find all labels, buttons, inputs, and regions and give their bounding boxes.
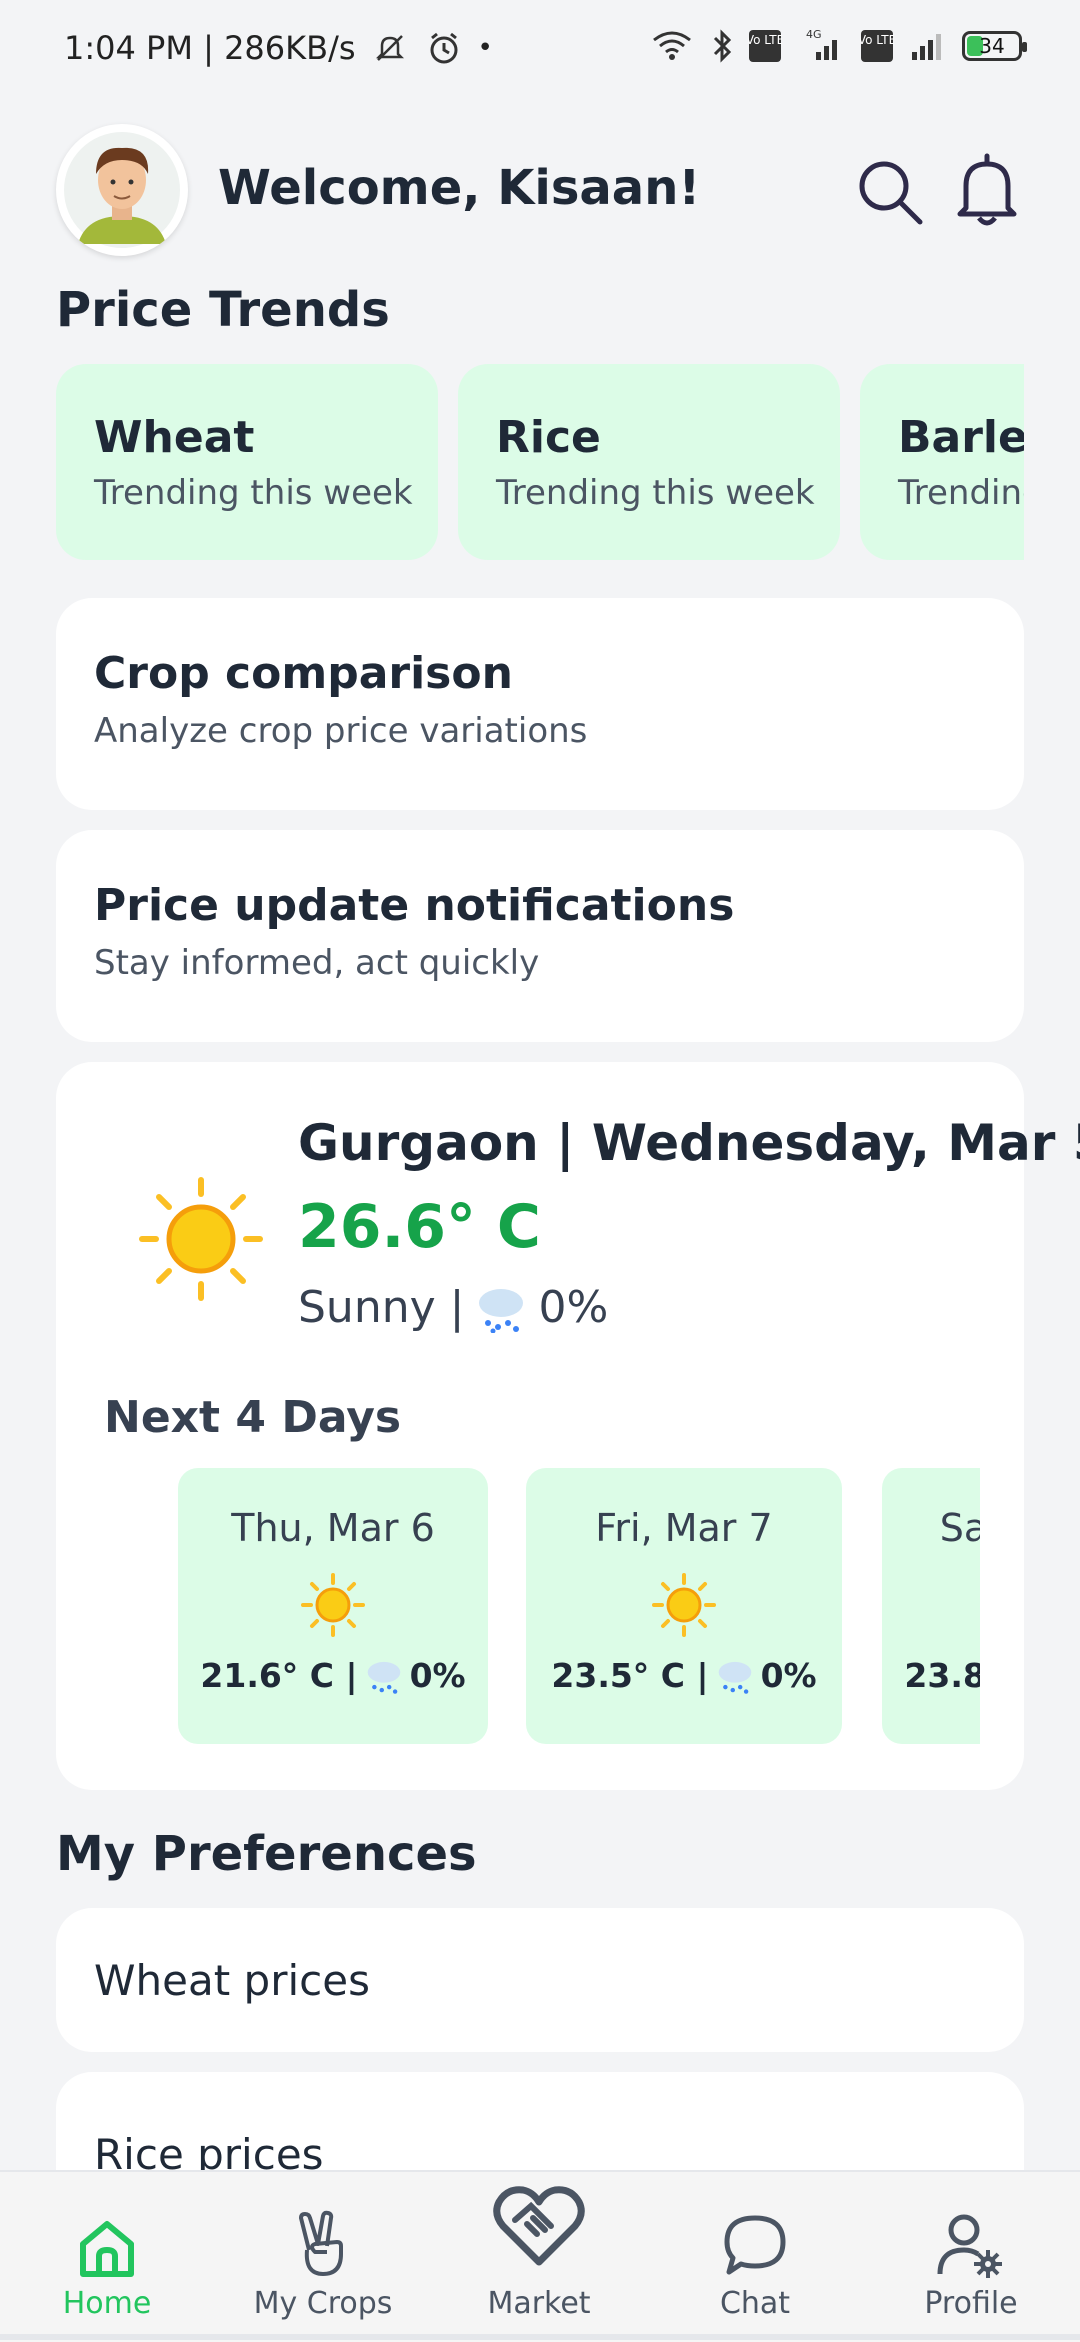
price-notifications-card[interactable]: Price update notifications Stay informed… — [56, 830, 1024, 1042]
rain-cloud-icon — [479, 1288, 524, 1333]
forecast-info: 23.5° C | 0% — [526, 1656, 842, 1695]
price-notifications-title: Price update notifications — [94, 880, 735, 931]
avatar[interactable] — [56, 124, 188, 256]
crop-comparison-title: Crop comparison — [94, 648, 513, 699]
notification-bell-icon[interactable] — [952, 152, 1022, 230]
forecast-rain: 0% — [409, 1656, 466, 1695]
nav-profile[interactable]: Profile — [871, 2172, 1071, 2342]
forecast-date: Sat, Mar 8 — [939, 1506, 980, 1550]
volte-label-1: Vo LTE — [748, 33, 782, 47]
weather-card: Gurgaon | Wednesday, Mar 5 26.6° C Sunny… — [56, 1062, 1080, 1790]
nav-label: Home — [62, 2286, 152, 2321]
status-bar-left: 1:04 PM | 286KB/s • — [64, 28, 493, 68]
forecast-day-card[interactable]: Fri, Mar 7 23.5° C | 0% — [526, 1468, 842, 1744]
trend-name: Wheat — [94, 412, 255, 463]
system-home-bar — [0, 2334, 1080, 2340]
forecast-info: 21.6° C | 0% — [178, 1656, 488, 1695]
battery-level: 34 — [979, 34, 1005, 58]
weather-temperature: 26.6° C — [298, 1192, 541, 1262]
status-time-speed: 1:04 PM | 286KB/s — [64, 29, 356, 67]
welcome-title: Welcome, Kisaan! — [218, 160, 701, 216]
forecast-date: Fri, Mar 7 — [595, 1506, 773, 1550]
nav-market[interactable]: Market — [439, 2172, 639, 2342]
forecast-temp: 23.8° C | — [904, 1656, 980, 1695]
sun-icon — [652, 1573, 716, 1637]
volte-icon-1: Vo LTE — [748, 30, 782, 62]
trend-card-barley[interactable]: Barley Trending this week — [860, 364, 1024, 560]
crop-comparison-card[interactable]: Crop comparison Analyze crop price varia… — [56, 598, 1024, 810]
trend-subtitle: Trending this week — [496, 473, 815, 513]
nav-label: Profile — [924, 2286, 1018, 2321]
search-icon[interactable] — [856, 158, 924, 226]
status-bar: 1:04 PM | 286KB/s • Vo LTE 4G Vo LTE 34 — [0, 0, 1080, 90]
trend-card-rice[interactable]: Rice Trending this week — [458, 364, 840, 560]
forecast-day-card[interactable]: Sat, Mar 8 23.8° C | 0% — [882, 1468, 980, 1744]
bluetooth-icon — [713, 29, 732, 63]
volte-icon-2: Vo LTE — [860, 30, 894, 62]
rain-cloud-icon — [367, 1661, 400, 1694]
nav-label: My Crops — [253, 2286, 393, 2321]
wifi-icon — [653, 31, 691, 60]
forecast-info: 23.8° C | 0% — [882, 1656, 980, 1695]
nav-chat[interactable]: Chat — [655, 2172, 855, 2342]
preferences-title: My Preferences — [56, 1826, 477, 1882]
signal-4g-label: 4G — [806, 28, 822, 41]
trend-subtitle: Trending this week — [898, 473, 1024, 513]
next-days-title: Next 4 Days — [104, 1392, 402, 1443]
farmer-avatar-icon — [64, 132, 180, 248]
forecast-temp: 23.5° C | — [551, 1656, 709, 1695]
mute-notifications-icon — [375, 35, 404, 61]
sun-icon — [301, 1573, 365, 1637]
bottom-nav: Home My Crops Market Chat Profile — [0, 2170, 1080, 2342]
weather-rain-chance: 0% — [538, 1282, 609, 1333]
rain-cloud-icon — [718, 1661, 751, 1694]
nav-my-crops[interactable]: My Crops — [223, 2172, 423, 2342]
weather-condition-row: Sunny | 0% — [298, 1282, 608, 1333]
forecast-temp: 21.6° C | — [200, 1656, 358, 1695]
forecast-carousel[interactable]: Thu, Mar 6 21.6° C | 0% Fri, Mar 7 23.5°… — [122, 1468, 980, 1744]
battery-icon: 34 — [962, 31, 1027, 61]
price-trends-title: Price Trends — [56, 282, 390, 338]
alarm-icon — [430, 32, 458, 64]
forecast-day-card[interactable]: Thu, Mar 6 21.6° C | 0% — [178, 1468, 488, 1744]
profile-settings-icon — [937, 2214, 1002, 2278]
status-dot: • — [477, 33, 493, 63]
trend-name: Barley — [898, 412, 1024, 463]
crop-comparison-subtitle: Analyze crop price variations — [94, 711, 588, 751]
sun-icon — [139, 1177, 263, 1301]
signal-bars-icon — [912, 34, 941, 60]
forecast-date: Thu, Mar 6 — [231, 1506, 435, 1550]
nav-home[interactable]: Home — [7, 2172, 207, 2342]
price-trends-carousel[interactable]: Wheat Trending this week Rice Trending t… — [56, 364, 1024, 560]
home-icon — [80, 2221, 134, 2277]
forecast-rain: 0% — [760, 1656, 817, 1695]
trend-card-wheat[interactable]: Wheat Trending this week — [56, 364, 438, 560]
trend-name: Rice — [496, 412, 601, 463]
preference-label: Wheat prices — [94, 1955, 370, 2005]
handshake-heart-icon — [493, 2186, 585, 2266]
nav-label: Chat — [719, 2286, 791, 2321]
weather-location-date: Gurgaon | Wednesday, Mar 5 — [298, 1114, 1080, 1172]
signal-4g-icon: 4G — [806, 28, 837, 60]
price-notifications-subtitle: Stay informed, act quickly — [94, 943, 540, 983]
weather-condition: Sunny | — [298, 1282, 465, 1333]
trend-subtitle: Trending this week — [94, 473, 413, 513]
preference-item-wheat[interactable]: Wheat prices — [56, 1908, 1024, 2052]
volte-label-2: Vo LTE — [860, 33, 894, 47]
nav-label: Market — [487, 2286, 591, 2321]
victory-hand-icon — [299, 2210, 343, 2276]
chat-bubble-icon — [724, 2215, 786, 2275]
status-bar-right: Vo LTE 4G Vo LTE 34 — [648, 26, 1027, 66]
